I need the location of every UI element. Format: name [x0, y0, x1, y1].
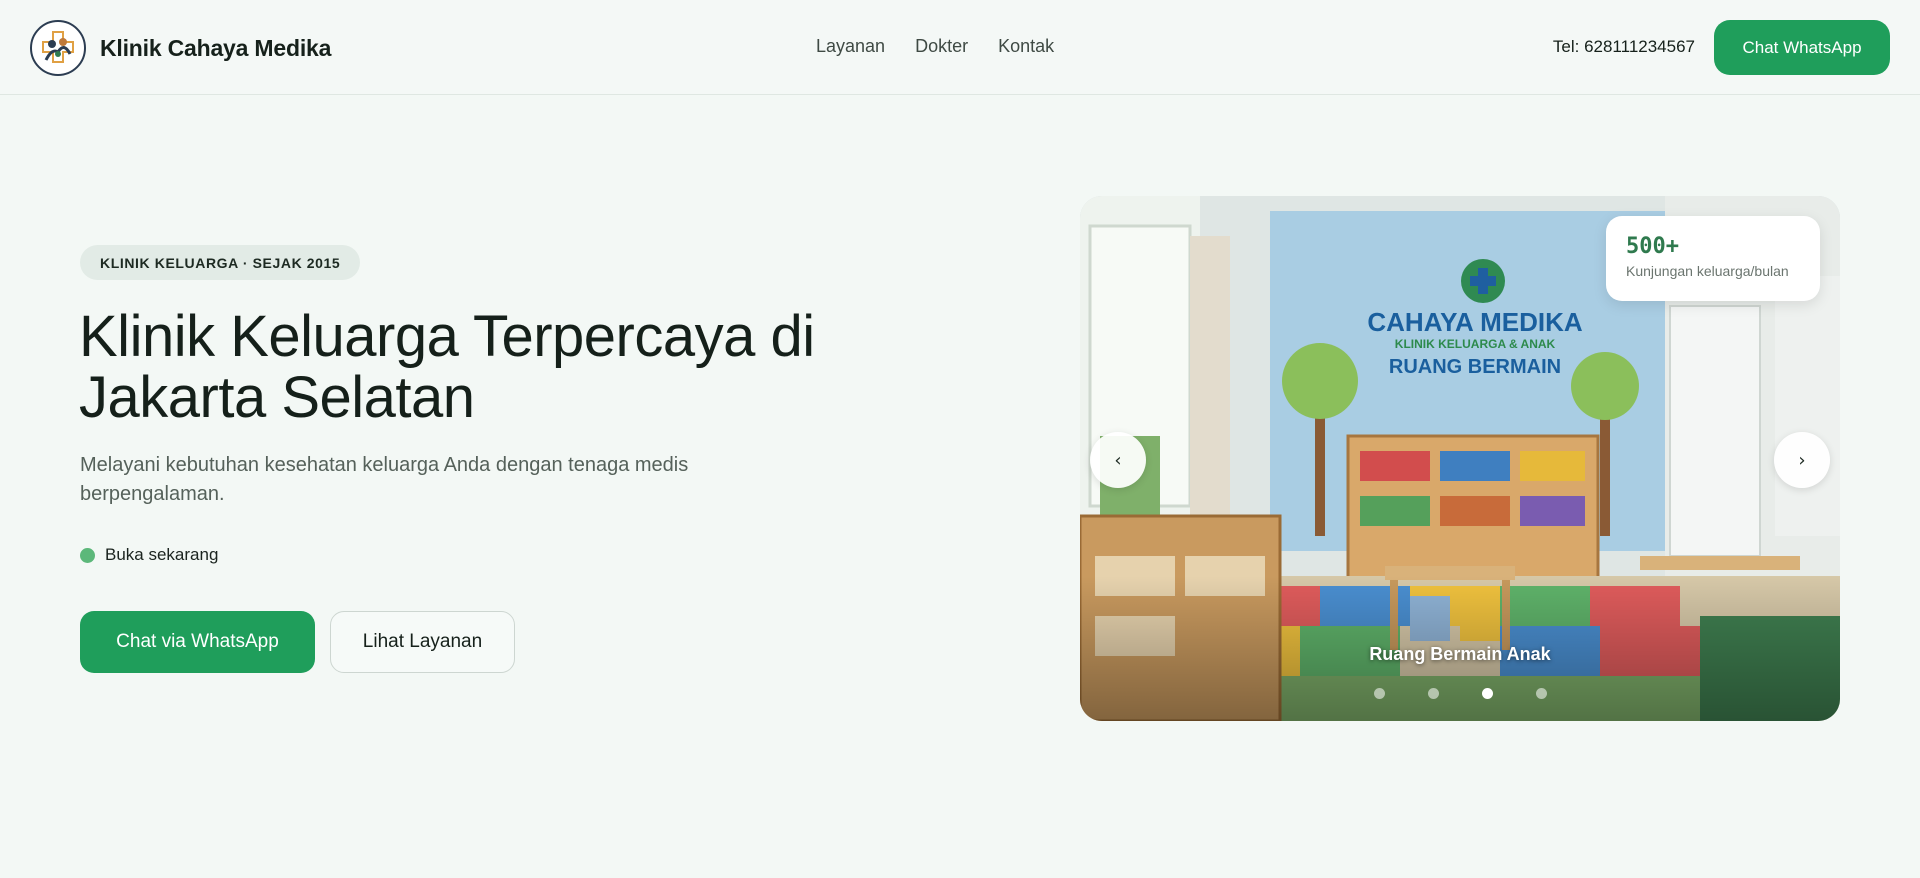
- brand[interactable]: Klinik Cahaya Medika: [30, 20, 331, 76]
- hero-subtitle: Melayani kebutuhan kesehatan keluarga An…: [80, 454, 689, 505]
- hero-title: Klinik Keluarga Terpercaya di Jakarta Se…: [79, 304, 815, 430]
- hero-badge: KLINIK KELUARGA · SEJAK 2015: [80, 245, 361, 280]
- status-text: Buka sekarang: [105, 545, 219, 564]
- nav-link-layanan[interactable]: Layanan: [816, 36, 885, 57]
- sign-tagline: KLINIK KELUARGA & ANAK: [1395, 337, 1556, 351]
- nav-link-kontak[interactable]: Kontak: [998, 36, 1054, 57]
- stat-label: Kunjungan keluarga/bulan: [1626, 263, 1789, 279]
- carousel-dot-4[interactable]: [1535, 688, 1547, 699]
- status-dot-icon: [80, 547, 95, 563]
- clinic-logo-icon: [30, 20, 86, 76]
- stat-value: 500+: [1626, 234, 1679, 259]
- carousel-prev-button[interactable]: ‹: [1090, 432, 1146, 488]
- view-services-button[interactable]: Lihat Layanan: [330, 611, 515, 673]
- main-nav: Layanan Dokter Kontak: [816, 36, 1054, 57]
- carousel-next-button[interactable]: ›: [1774, 432, 1830, 488]
- chevron-left-icon: ‹: [1114, 449, 1122, 471]
- carousel-caption: Ruang Bermain Anak: [1369, 644, 1551, 664]
- image-carousel: CAHAYA MEDIKA KLINIK KELUARGA & ANAK RUA…: [1080, 196, 1840, 721]
- carousel-dots: [1080, 688, 1840, 699]
- open-status: Buka sekarang: [80, 545, 218, 565]
- carousel-dot-3[interactable]: [1481, 688, 1493, 699]
- header-whatsapp-button[interactable]: Chat WhatsApp: [1714, 20, 1890, 75]
- sign-room: RUANG BERMAIN: [1389, 356, 1561, 378]
- phone-number: Tel: 628111234567: [1552, 37, 1695, 56]
- brand-name: Klinik Cahaya Medika: [100, 34, 332, 61]
- site-header: Klinik Cahaya Medika Layanan Dokter Kont…: [0, 0, 1920, 95]
- chevron-right-icon: ›: [1798, 449, 1806, 471]
- carousel-dot-2[interactable]: [1427, 688, 1439, 699]
- visits-stat-card: 500+ Kunjungan keluarga/bulan: [1606, 216, 1820, 301]
- chat-whatsapp-button[interactable]: Chat via WhatsApp: [80, 611, 315, 673]
- sign-name: CAHAYA MEDIKA: [1367, 307, 1582, 337]
- carousel-dot-1[interactable]: [1373, 688, 1385, 699]
- nav-link-dokter[interactable]: Dokter: [915, 36, 968, 57]
